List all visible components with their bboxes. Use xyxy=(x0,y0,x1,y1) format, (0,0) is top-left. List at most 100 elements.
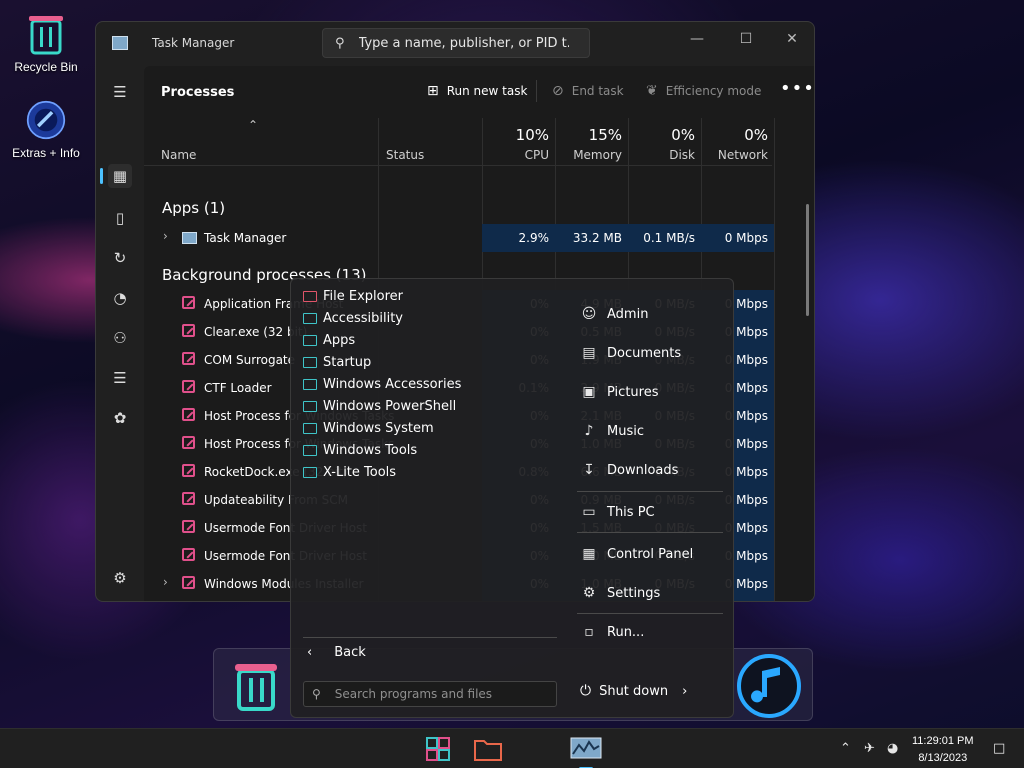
more-options-icon[interactable]: ••• xyxy=(780,78,814,99)
nav-performance-icon[interactable]: ▯ xyxy=(108,206,132,230)
globe-icon[interactable]: ◕ xyxy=(887,741,898,756)
column-header-network-label: Network xyxy=(717,148,768,162)
network-cell: 0 Mbps xyxy=(701,224,774,252)
start-menu-item-label: Pictures xyxy=(607,384,659,400)
end-task-button[interactable]: ⊘ End task xyxy=(552,83,624,99)
start-menu-folder[interactable]: Startup xyxy=(303,351,371,373)
task-manager-row-icon xyxy=(182,232,197,244)
header-separator xyxy=(144,165,772,166)
start-menu-item-admin[interactable]: ☺ Admin xyxy=(580,302,649,326)
process-icon xyxy=(182,464,195,477)
start-menu-item-music[interactable]: ♪ Music xyxy=(580,419,644,443)
start-menu-item-downloads[interactable]: ↧ Downloads xyxy=(580,458,678,482)
desktop-icon-extras-info[interactable]: Extras + Info xyxy=(6,98,86,160)
nav-settings-icon[interactable]: ⚙ xyxy=(108,566,132,590)
chevron-right-icon[interactable]: › xyxy=(163,575,168,589)
start-menu-folder[interactable]: Accessibility xyxy=(303,307,403,329)
table-row[interactable]: › Task Manager 2.9% 33.2 MB 0.1 MB/s 0 M… xyxy=(144,224,774,252)
menu-divider xyxy=(303,637,557,638)
chevron-right-icon[interactable]: › xyxy=(163,229,168,243)
chevron-up-icon[interactable]: ⌃ xyxy=(840,741,851,756)
process-icon xyxy=(182,520,195,533)
start-menu-item-pictures[interactable]: ▣ Pictures xyxy=(580,380,658,404)
notification-icon[interactable]: □ xyxy=(993,741,1005,756)
process-search-box[interactable]: ⚲ xyxy=(322,28,590,58)
column-header-memory[interactable]: 15% Memory xyxy=(555,118,628,166)
start-menu-folder[interactable]: Windows PowerShell xyxy=(303,395,456,417)
start-menu-folder-label: Accessibility xyxy=(323,310,403,326)
gear-icon: ⚙ xyxy=(582,585,596,601)
start-search-input[interactable] xyxy=(334,687,535,701)
system-clock[interactable]: 11:29:01 PM 8/13/2023 xyxy=(912,733,974,767)
start-menu-item-settings[interactable]: ⚙ Settings xyxy=(580,581,661,605)
column-header-disk[interactable]: 0% Disk xyxy=(628,118,701,166)
start-menu-folder[interactable]: Windows Tools xyxy=(303,439,417,461)
column-header-cpu[interactable]: 10% CPU xyxy=(482,118,555,166)
vertical-scrollbar[interactable] xyxy=(806,204,809,316)
column-header-name-label: Name xyxy=(161,148,197,162)
maximize-button[interactable]: ☐ xyxy=(723,26,769,52)
start-menu-item-control-panel[interactable]: ▦ Control Panel xyxy=(580,542,693,566)
document-icon: ▤ xyxy=(582,345,596,361)
process-search-input[interactable] xyxy=(358,35,569,51)
disk-cell: 0.1 MB/s xyxy=(628,224,701,252)
start-menu-item-documents[interactable]: ▤ Documents xyxy=(580,341,681,365)
start-menu-item-label: This PC xyxy=(607,504,655,520)
back-button[interactable]: ‹ Back xyxy=(307,645,366,660)
run-new-task-icon: ⊞ xyxy=(427,83,439,99)
process-icon xyxy=(182,436,195,449)
shut-down-button[interactable]: ⏻ Shut down › xyxy=(580,683,687,699)
column-header-status[interactable]: Status xyxy=(378,118,482,166)
start-search-box[interactable]: ⚲ xyxy=(303,681,557,707)
control-panel-icon: ▦ xyxy=(582,546,596,562)
start-menu-item-this-pc[interactable]: ▭ This PC xyxy=(580,500,655,524)
start-menu-folder[interactable]: Apps xyxy=(303,329,355,351)
column-divider xyxy=(774,118,775,601)
start-menu-folder[interactable]: Windows System xyxy=(303,417,434,439)
file-explorer-taskbar-icon[interactable] xyxy=(473,736,503,765)
column-header-network[interactable]: 0% Network xyxy=(701,118,774,166)
folder-icon xyxy=(303,422,317,434)
folder-icon xyxy=(303,312,317,324)
start-menu-folder-label: Apps xyxy=(323,332,356,348)
nav-details-icon[interactable]: ☰ xyxy=(108,366,132,390)
close-button[interactable]: ✕ xyxy=(769,26,814,52)
nav-startup-apps-icon[interactable]: ◔ xyxy=(108,286,132,310)
start-menu-item-label: Documents xyxy=(607,345,682,361)
start-menu-item-label: Music xyxy=(607,423,644,439)
leaf-icon: ❦ xyxy=(646,83,658,99)
start-menu-item-label: Settings xyxy=(607,585,661,601)
start-menu-folder[interactable]: Windows Accessories xyxy=(303,373,461,395)
back-label: Back xyxy=(334,645,366,660)
efficiency-mode-button[interactable]: ❦ Efficiency mode xyxy=(646,83,761,99)
taskbar: ⌃ ✈ ◕ 11:29:01 PM 8/13/2023 □ xyxy=(0,728,1024,768)
network-disconnected-icon[interactable]: ✈ xyxy=(864,741,875,756)
run-new-task-button[interactable]: ⊞ Run new task xyxy=(427,83,527,99)
hamburger-menu-icon[interactable]: ☰ xyxy=(108,80,132,104)
dock-recycle-bin-icon[interactable] xyxy=(234,661,278,714)
chevron-right-icon[interactable]: › xyxy=(682,684,687,699)
nav-app-history-icon[interactable]: ↻ xyxy=(108,246,132,270)
folder-icon xyxy=(303,466,317,478)
nav-services-icon[interactable]: ✿ xyxy=(108,406,132,430)
start-menu-item-run[interactable]: ▫ Run... xyxy=(580,620,644,644)
download-icon: ↧ xyxy=(583,462,595,478)
toolbar: Processes ⊞ Run new task ⊘ End task ❦ Ef… xyxy=(144,66,814,116)
start-menu-folder[interactable]: File Explorer xyxy=(303,285,403,307)
start-menu: File Explorer Accessibility Apps Startup Win… xyxy=(290,278,734,718)
process-icon xyxy=(182,380,195,393)
folder-icon xyxy=(303,444,317,456)
title-bar[interactable]: Task Manager ⚲ — ☐ ✕ xyxy=(96,22,814,66)
nav-users-icon[interactable]: ⚇ xyxy=(108,326,132,350)
dock-music-player-icon[interactable] xyxy=(736,653,802,722)
nav-processes-icon[interactable]: ▦ xyxy=(108,164,132,188)
network-total: 0% xyxy=(744,126,768,144)
toolbar-divider xyxy=(536,80,537,102)
task-manager-taskbar-icon[interactable] xyxy=(570,737,602,768)
start-menu-folder[interactable]: X-Lite Tools xyxy=(303,461,396,483)
run-icon: ▫ xyxy=(584,624,594,640)
desktop-icon-recycle-bin[interactable]: Recycle Bin xyxy=(6,12,86,74)
start-button-icon[interactable] xyxy=(426,737,450,764)
minimize-button[interactable]: — xyxy=(674,26,720,52)
column-header-name[interactable]: Name xyxy=(144,118,378,166)
